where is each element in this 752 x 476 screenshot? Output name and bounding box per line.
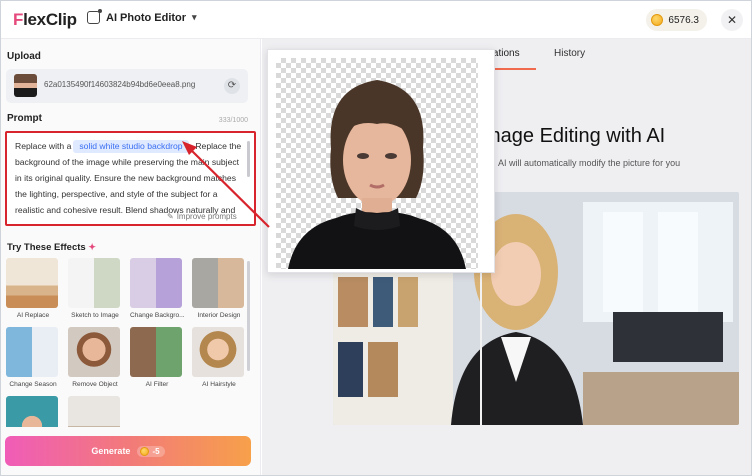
generate-button[interactable]: Generate -5	[5, 436, 251, 466]
uploaded-thumbnail	[14, 74, 37, 97]
effect-label: AI Replace	[16, 312, 50, 319]
replace-image-button[interactable]: ⟳	[224, 78, 240, 94]
effect-label: Remove Object	[72, 381, 118, 388]
effect-thumbnail	[68, 327, 120, 377]
effects-scrollbar[interactable]	[247, 261, 250, 371]
generate-cost-value: -5	[152, 446, 160, 456]
improve-label: Improve prompts	[176, 212, 237, 221]
effect-remove-object[interactable]: Remove Object	[68, 327, 122, 388]
prompt-text: Replace with a solid white studio backdro…	[15, 138, 247, 220]
prompt-scrollbar[interactable]	[247, 141, 250, 177]
coin-icon	[140, 446, 150, 456]
ai-photo-editor-dropdown[interactable]: AI Photo Editor ▾	[87, 9, 197, 24]
effect-ai-replace[interactable]: AI Replace	[6, 258, 60, 319]
effect-change-background[interactable]: Change Backgro...	[130, 258, 185, 319]
hero-subtitle: AI will automatically modify the picture…	[498, 158, 681, 168]
effect-thumbnail	[6, 327, 58, 377]
effect-sketch-to-image[interactable]: Sketch to Image	[68, 258, 122, 319]
generate-cost: -5	[137, 445, 165, 457]
app-window: FlexClip AI Photo Editor ▾ 6576.3 ✕ Uplo…	[0, 0, 752, 476]
prompt-char-counter: 333/1000	[218, 117, 248, 124]
effect-label: AI Filter	[145, 381, 169, 388]
upload-title: Upload	[7, 51, 41, 62]
logo-text: lexClip	[23, 10, 77, 29]
flexclip-logo[interactable]: FlexClip	[13, 10, 77, 30]
effect-item[interactable]	[6, 396, 60, 427]
effect-label: Change Season	[9, 381, 57, 388]
effect-thumbnail	[130, 327, 182, 377]
effect-ai-hairstyle[interactable]: AI Hairstyle	[192, 327, 246, 388]
tab-history[interactable]: History	[554, 48, 585, 59]
effect-interior-design[interactable]: Interior Design	[192, 258, 246, 319]
image-preview-popup	[267, 49, 495, 273]
top-bar: FlexClip AI Photo Editor ▾ 6576.3 ✕	[1, 1, 751, 39]
effect-thumbnail	[192, 258, 244, 308]
effect-label: Change Backgro...	[130, 312, 185, 319]
transparent-preview	[276, 58, 478, 269]
prompt-title: Prompt	[7, 113, 42, 124]
credits-badge[interactable]: 6576.3	[646, 9, 707, 31]
effect-thumbnail	[192, 327, 244, 377]
effect-label: Interior Design	[197, 312, 241, 319]
effect-thumbnail	[130, 258, 182, 308]
effect-label: Sketch to Image	[71, 312, 119, 319]
uploaded-filename: 62a0135490f14603824b94bd6e0eea8.png	[44, 80, 196, 89]
photo-editor-icon	[87, 9, 102, 24]
chevron-down-icon: ▾	[192, 12, 197, 22]
refresh-icon: ⟳	[227, 80, 237, 91]
close-icon: ✕	[726, 13, 738, 27]
generate-label: Generate	[91, 446, 131, 456]
logo-initial: F	[13, 10, 24, 29]
effect-label: AI Hairstyle	[202, 381, 236, 388]
credits-value: 6576.3	[668, 14, 699, 26]
effects-grid: AI Replace Sketch to Image Change Backgr…	[6, 258, 250, 427]
close-button[interactable]: ✕	[721, 9, 743, 31]
effects-title-text: Try These Effects	[7, 242, 86, 253]
prompt-tag[interactable]: solid white studio backdrop	[73, 140, 189, 153]
hero-title: mage Editing with AI	[484, 125, 666, 147]
magic-wand-icon: ✎	[167, 212, 174, 221]
coin-icon	[651, 14, 664, 26]
prompt-text-before: Replace with a	[15, 141, 72, 151]
editor-label: AI Photo Editor	[106, 11, 187, 24]
improve-prompts-button[interactable]: ✎ Improve prompts	[167, 212, 237, 221]
left-panel: Upload 62a0135490f14603824b94bd6e0eea8.p…	[1, 39, 261, 475]
effect-item[interactable]	[68, 396, 122, 427]
portrait-cutout	[288, 80, 466, 269]
sparkle-icon: ✦	[88, 242, 96, 252]
effect-thumbnail	[6, 396, 58, 427]
effect-change-season[interactable]: Change Season	[6, 327, 60, 388]
effect-thumbnail	[6, 258, 58, 308]
effect-thumbnail	[68, 258, 120, 308]
effect-thumbnail	[68, 396, 120, 427]
effect-ai-filter[interactable]: AI Filter	[130, 327, 184, 388]
effects-title: Try These Effects ✦	[7, 242, 96, 253]
upload-box[interactable]: 62a0135490f14603824b94bd6e0eea8.png ⟳	[6, 69, 248, 103]
